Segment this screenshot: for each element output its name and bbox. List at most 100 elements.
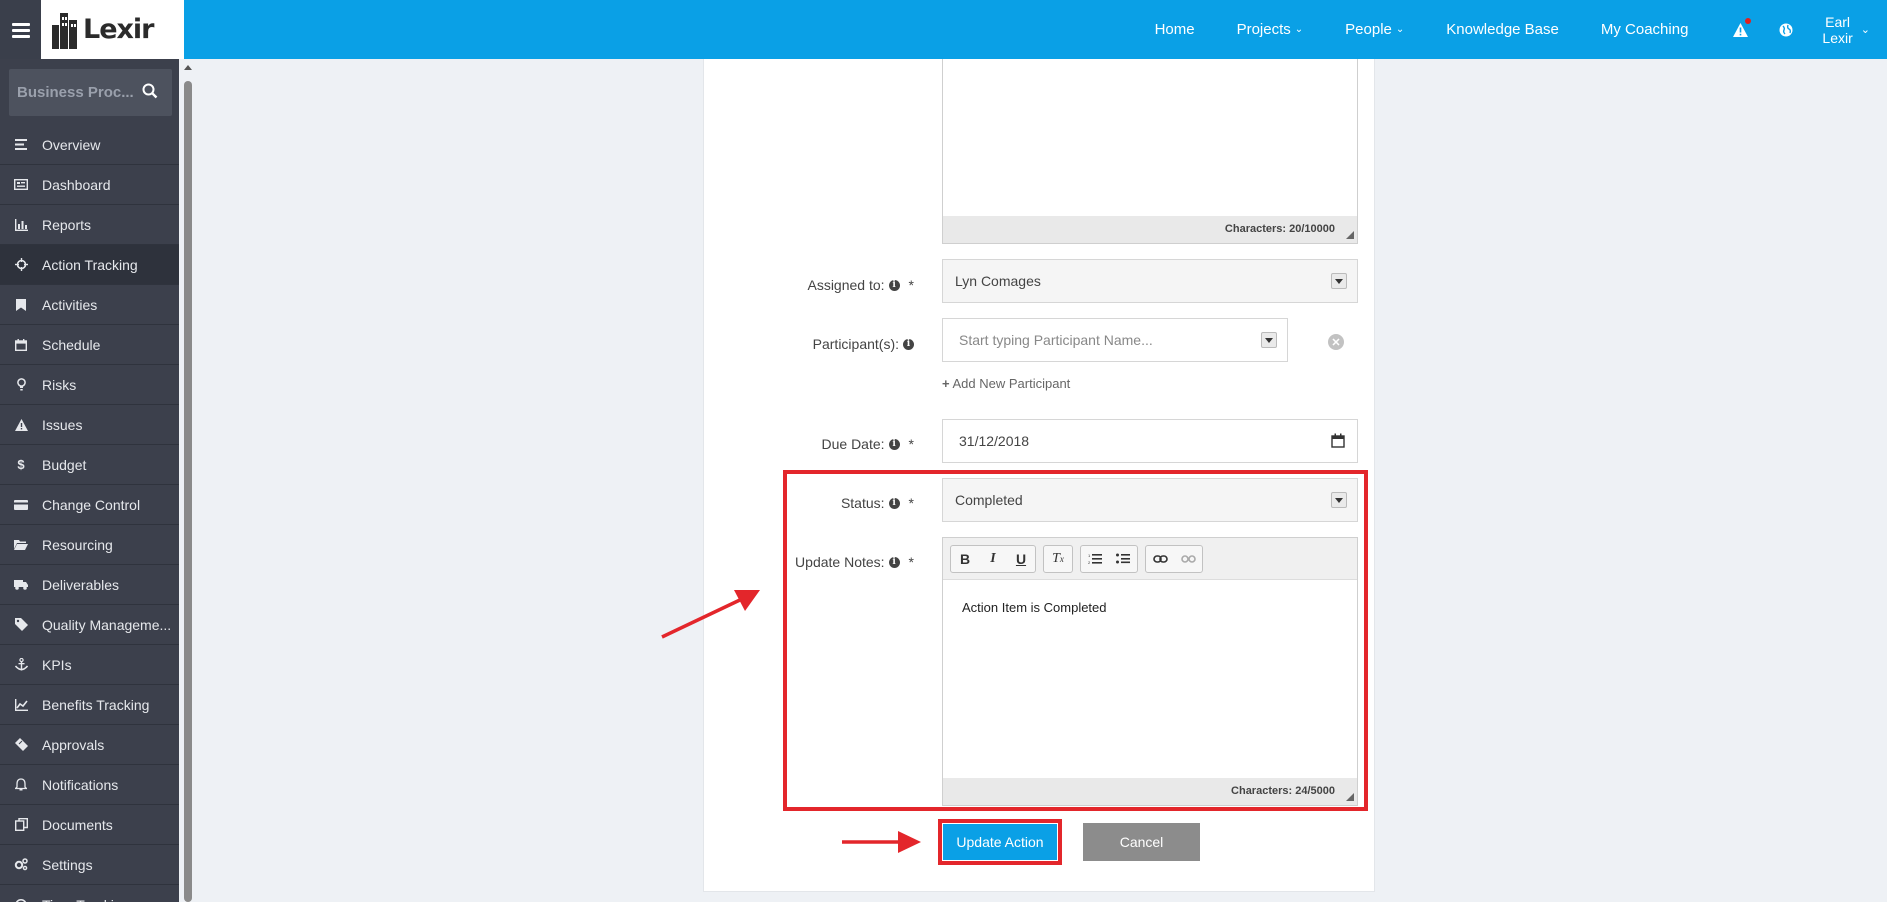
participants-placeholder: Start typing Participant Name... (959, 332, 1153, 348)
menu-toggle-button[interactable] (0, 0, 41, 59)
sidebar-item-documents[interactable]: Documents (0, 805, 179, 845)
brand-logo[interactable]: Lexir (41, 0, 184, 59)
folder-open-icon (14, 538, 28, 552)
sidebar-item-settings[interactable]: Settings (0, 845, 179, 885)
user-menu[interactable]: Earl Lexir (1822, 14, 1852, 46)
lightbulb-icon (14, 378, 28, 392)
sidebar-item-label: Approvals (42, 736, 105, 753)
assigned-to-value: Lyn Comages (955, 273, 1041, 289)
info-icon[interactable]: i (903, 338, 914, 350)
sidebar-item-activities[interactable]: Activities (0, 285, 179, 325)
sidebar-item-label: Change Control (42, 496, 141, 513)
dollar-icon: $ (17, 457, 25, 472)
notification-dot (1745, 17, 1752, 24)
line-chart-icon (14, 698, 28, 712)
description-char-count: Characters: 20/10000 (943, 216, 1357, 243)
user-first-name: Earl (1825, 13, 1851, 30)
info-icon[interactable]: i (888, 438, 900, 450)
dropdown-caret-icon[interactable] (1261, 332, 1277, 348)
bar-chart-icon (14, 218, 28, 232)
scroll-up-arrow-icon[interactable] (184, 65, 192, 70)
sidebar-item-benefits-tracking[interactable]: Benefits Tracking (0, 685, 179, 725)
sidebar-item-label: Activities (42, 296, 98, 313)
sidebar-item-action-tracking[interactable]: Action Tracking (0, 245, 179, 285)
due-date-label-text: Due Date: (821, 436, 885, 452)
overview-icon (14, 138, 28, 152)
sidebar-item-label: Issues (42, 416, 83, 433)
scroll-thumb[interactable] (184, 81, 192, 902)
sidebar-item-notifications[interactable]: Notifications (0, 765, 179, 805)
dashboard-icon (14, 178, 28, 192)
assigned-to-label: Assigned to: i * (807, 277, 914, 293)
anchor-icon (14, 658, 28, 672)
warning-icon (14, 418, 28, 432)
sidebar-item-reports[interactable]: Reports (0, 205, 179, 245)
due-date-input[interactable]: 31/12/2018 (942, 419, 1358, 463)
sidebar-item-label: Documents (42, 816, 113, 833)
alert-icon[interactable] (1730, 17, 1752, 40)
project-search-text: Business Proc... (17, 84, 134, 101)
sidebar-item-risks[interactable]: Risks (0, 365, 179, 405)
calendar-icon[interactable] (1331, 433, 1345, 448)
globe-icon[interactable] (1776, 20, 1796, 40)
clear-icon[interactable]: ✕ (1328, 334, 1344, 350)
sidebar-item-deliverables[interactable]: Deliverables (0, 565, 179, 605)
tag-icon (14, 618, 28, 632)
chevron-down-icon[interactable]: ⌄ (1861, 23, 1870, 36)
hamburger-icon (11, 22, 30, 38)
sidebar-item-resourcing[interactable]: Resourcing (0, 525, 179, 565)
dropdown-caret-icon[interactable] (1331, 273, 1347, 289)
highlight-box-update-button (938, 819, 1062, 865)
sidebar-item-label: KPIs (42, 656, 72, 673)
bookmark-icon (14, 298, 28, 312)
cancel-button[interactable]: Cancel (1083, 823, 1200, 861)
sidebar-scrollbar[interactable] (181, 59, 195, 902)
highlight-box-status-notes (783, 470, 1368, 811)
nav-knowledge-base-label: Knowledge Base (1446, 21, 1559, 38)
nav-projects-label: Projects (1236, 21, 1291, 38)
nav-my-coaching[interactable]: My Coaching (1601, 21, 1689, 38)
due-date-label: Due Date: i * (822, 436, 915, 452)
sidebar-item-schedule[interactable]: Schedule (0, 325, 179, 365)
resize-handle-icon[interactable] (1346, 231, 1354, 239)
sidebar-item-label: Reports (42, 216, 92, 233)
sidebar-item-kpis[interactable]: KPIs (0, 645, 179, 685)
cogs-icon (14, 858, 28, 872)
nav-people[interactable]: People ⌄ (1345, 21, 1404, 38)
sidebar-item-approvals[interactable]: Approvals (0, 725, 179, 765)
add-new-participant-link[interactable]: + Add New Participant (942, 376, 1070, 391)
nav-home[interactable]: Home (1155, 21, 1195, 38)
sidebar-item-change-control[interactable]: Change Control (0, 485, 179, 525)
sidebar-item-quality-manageme[interactable]: Quality Manageme... (0, 605, 179, 645)
sidebar-item-dashboard[interactable]: Dashboard (0, 165, 179, 205)
sidebar-item-label: Resourcing (42, 536, 113, 553)
assigned-to-select[interactable]: Lyn Comages (942, 259, 1358, 303)
nav-knowledge-base[interactable]: Knowledge Base (1446, 21, 1559, 38)
sidebar-item-label: Budget (42, 456, 87, 473)
sidebar-item-overview[interactable]: Overview (0, 125, 179, 165)
due-date-value: 31/12/2018 (959, 433, 1030, 449)
sidebar-item-label: Schedule (42, 336, 101, 353)
sidebar-item-time-tracking[interactable]: Time Tracking (0, 885, 179, 902)
description-textarea[interactable]: Characters: 20/10000 (942, 59, 1358, 244)
project-search-box[interactable]: Business Proc... (9, 69, 172, 116)
required-mark: * (908, 277, 914, 293)
required-mark: * (908, 436, 914, 452)
sidebar-item-issues[interactable]: Issues (0, 405, 179, 445)
participants-input[interactable]: Start typing Participant Name... (942, 318, 1288, 362)
sidebar-item-label: Risks (42, 376, 77, 393)
buildings-logo-icon (52, 12, 77, 49)
sidebar-item-label: Deliverables (42, 576, 120, 593)
nav-projects[interactable]: Projects ⌄ (1237, 21, 1304, 38)
sidebar-item-budget[interactable]: $ Budget (0, 445, 179, 485)
search-icon[interactable] (142, 83, 158, 99)
calendar-icon (14, 338, 28, 352)
info-icon[interactable]: i (888, 279, 900, 291)
sidebar-item-label: Overview (42, 136, 101, 153)
assigned-to-label-text: Assigned to: (807, 277, 885, 293)
sidebar-item-label: Time Tracking (42, 897, 129, 902)
sidebar-item-label: Dashboard (42, 176, 111, 193)
main-nav: Home Projects ⌄ People ⌄ Knowledge Base My… (1155, 0, 1887, 59)
sidebar-item-label: Settings (42, 856, 93, 873)
sidebar-item-label: Action Tracking (42, 256, 138, 273)
